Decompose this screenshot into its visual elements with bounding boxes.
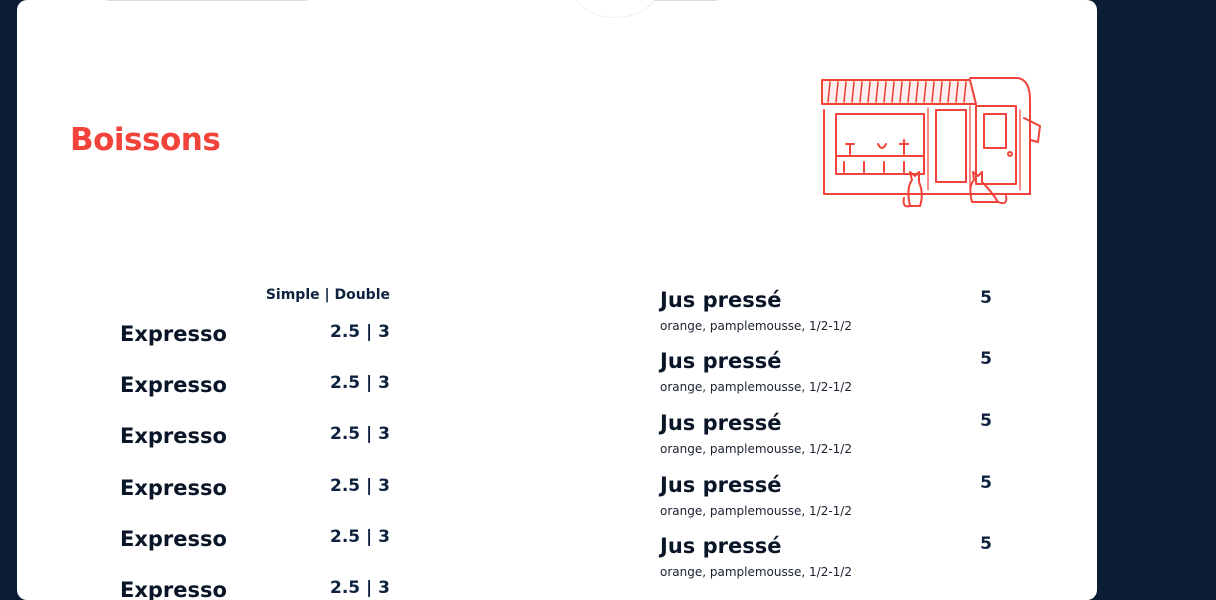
item-price: 5 (980, 473, 992, 493)
item-name: Expresso (120, 578, 227, 600)
item-price: 5 (980, 534, 992, 554)
item-name: Expresso (120, 322, 227, 346)
item-description: orange, pamplemousse, 1/2-1/2 (660, 380, 852, 394)
item-description: orange, pamplemousse, 1/2-1/2 (660, 565, 852, 579)
list-item: Expresso 2.5 | 3 (120, 578, 390, 600)
list-item: Jus pressé 5 orange, pamplemousse, 1/2-1… (660, 473, 992, 523)
list-item: Jus pressé 5 orange, pamplemousse, 1/2-1… (660, 411, 992, 461)
list-item: Expresso 2.5 | 3 (120, 424, 390, 454)
item-name: Jus pressé (660, 411, 782, 435)
item-price: 5 (980, 411, 992, 431)
item-price: 2.5 | 3 (330, 578, 390, 598)
item-price: 2.5 | 3 (330, 373, 390, 393)
coffee-column-header: Simple | Double (265, 287, 390, 303)
item-name: Expresso (120, 373, 227, 397)
list-item: Expresso 2.5 | 3 (120, 476, 390, 506)
item-name: Expresso (120, 476, 227, 500)
list-item: Jus pressé 5 orange, pamplemousse, 1/2-1… (660, 349, 992, 399)
item-price: 5 (980, 349, 992, 369)
top-tab (572, 0, 658, 18)
item-price: 2.5 | 3 (330, 527, 390, 547)
item-price: 2.5 | 3 (330, 476, 390, 496)
item-price: 5 (980, 288, 992, 308)
cafe-storefront-illustration (821, 77, 1041, 208)
menu-card: Boissons Simple | Double Expresso 2.5 | … (17, 0, 1097, 600)
item-description: orange, pamplemousse, 1/2-1/2 (660, 442, 852, 456)
item-name: Expresso (120, 527, 227, 551)
list-item: Expresso 2.5 | 3 (120, 373, 390, 403)
list-item: Jus pressé 5 orange, pamplemousse, 1/2-1… (660, 288, 992, 338)
item-name: Jus pressé (660, 473, 782, 497)
item-description: orange, pamplemousse, 1/2-1/2 (660, 504, 852, 518)
top-divider-left (107, 0, 307, 1)
list-item: Expresso 2.5 | 3 (120, 527, 390, 557)
item-name: Expresso (120, 424, 227, 448)
item-price: 2.5 | 3 (330, 424, 390, 444)
item-price: 2.5 | 3 (330, 322, 390, 342)
section-title: Boissons (70, 122, 221, 158)
item-description: orange, pamplemousse, 1/2-1/2 (660, 319, 852, 333)
list-item: Expresso 2.5 | 3 (120, 322, 390, 352)
item-name: Jus pressé (660, 288, 782, 312)
item-name: Jus pressé (660, 349, 782, 373)
list-item: Jus pressé 5 orange, pamplemousse, 1/2-1… (660, 534, 992, 584)
item-name: Jus pressé (660, 534, 782, 558)
